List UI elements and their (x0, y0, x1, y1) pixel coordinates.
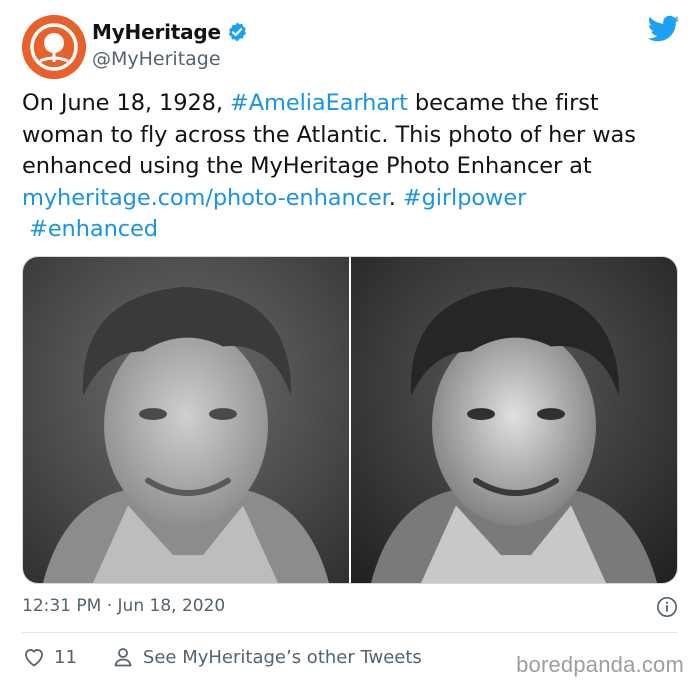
other-tweets-link[interactable]: See MyHeritage’s other Tweets (111, 645, 422, 669)
tweet-date[interactable]: Jun 18, 2020 (118, 596, 226, 616)
original-photo[interactable] (23, 257, 349, 583)
photo-grid (22, 256, 678, 584)
enhanced-photo[interactable] (351, 257, 677, 583)
author-name-text[interactable]: MyHeritage (92, 20, 221, 44)
tweet-text-part-1: On June 18, 1928, (22, 90, 230, 116)
tweet-text: On June 18, 1928, #AmeliaEarhart became … (22, 88, 682, 246)
divider (22, 632, 678, 633)
avatar[interactable] (22, 15, 86, 79)
original-portrait-image (23, 257, 349, 583)
enhanced-portrait-image (351, 257, 677, 583)
verified-badge-icon (228, 22, 246, 42)
heart-icon (25, 649, 43, 667)
hashtag-enhanced[interactable]: #enhanced (29, 216, 158, 242)
info-icon[interactable] (656, 596, 678, 618)
myheritage-logo-icon (22, 15, 86, 79)
other-tweets-label[interactable]: See MyHeritage’s other Tweets (143, 647, 422, 668)
tweet-timestamp[interactable]: 12:31 PM · Jun 18, 2020 (22, 596, 225, 616)
hashtag-girlpower[interactable]: #girlpower (403, 185, 527, 211)
photo-enhancer-link[interactable]: myheritage.com/photo-enhancer (22, 185, 389, 211)
watermark: boredpanda.com (516, 652, 684, 677)
tweet-text-part-3: . (388, 184, 403, 211)
author-name[interactable]: MyHeritage (92, 20, 248, 44)
timestamp-separator: · (101, 596, 118, 616)
like-count: 11 (54, 646, 77, 668)
twitter-bird-icon[interactable] (648, 15, 680, 43)
hashtag-ameliaearhart[interactable]: #AmeliaEarhart (230, 90, 408, 116)
tweet-actions: 11 See MyHeritage’s other Tweets (22, 645, 422, 669)
person-icon (114, 648, 132, 667)
tweet-time[interactable]: 12:31 PM (22, 596, 101, 616)
author-handle[interactable]: @MyHeritage (92, 48, 221, 70)
like-button[interactable]: 11 (22, 645, 77, 669)
